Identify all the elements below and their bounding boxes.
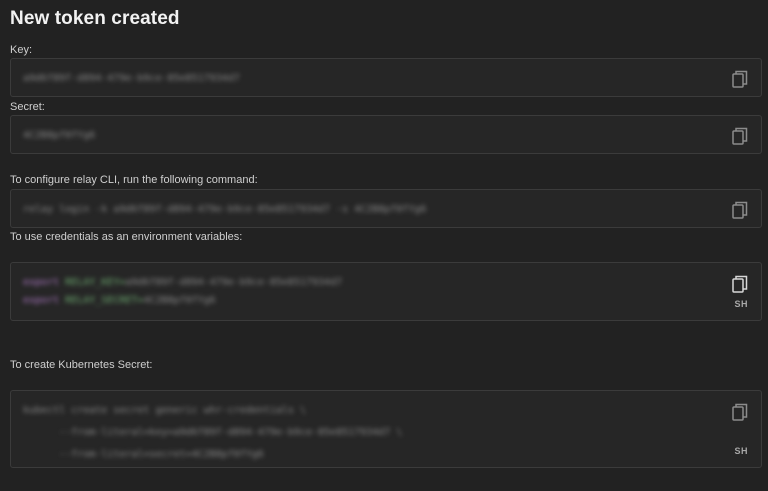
copy-cli-button[interactable] xyxy=(732,201,748,219)
k8s-code-block: kubectl create secret generic whr-creden… xyxy=(10,390,762,468)
copy-icon xyxy=(732,403,748,421)
env-variable: RELAY_SECRET= xyxy=(65,295,144,306)
copy-icon xyxy=(732,127,748,145)
cli-command-block: relay login -k a9d6f89f-d894-479e-b9ce-8… xyxy=(10,189,762,228)
language-badge: SH xyxy=(734,299,748,309)
copy-k8s-button[interactable] xyxy=(732,403,748,421)
env-line: export RELAY_SECRET=4C2B8pf0fYg6 xyxy=(23,290,342,311)
key-value[interactable]: a9d6f89f-d894-479e-b9ce-85e8517934d7 xyxy=(23,68,240,89)
secret-field: 4C2B8pf0fYg6 xyxy=(10,115,762,154)
env-keyword: export xyxy=(23,277,60,288)
k8s-label: To create Kubernetes Secret: xyxy=(10,359,153,371)
page-title: New token created xyxy=(10,8,180,29)
copy-icon xyxy=(732,70,748,88)
key-field: a9d6f89f-d894-479e-b9ce-85e8517934d7 xyxy=(10,58,762,97)
secret-value[interactable]: 4C2B8pf0fYg6 xyxy=(23,125,95,146)
env-code[interactable]: export RELAY_KEY=a9d6f89f-d894-479e-b9ce… xyxy=(23,272,342,311)
k8s-line: --from-literal=secret=4C2B8pf0fYg6 xyxy=(23,449,264,460)
secret-label: Secret: xyxy=(10,101,45,113)
copy-env-button[interactable] xyxy=(732,275,748,293)
copy-secret-button[interactable] xyxy=(732,127,748,145)
env-code-block: export RELAY_KEY=a9d6f89f-d894-479e-b9ce… xyxy=(10,262,762,321)
cli-label: To configure relay CLI, run the followin… xyxy=(10,174,258,186)
language-badge: SH xyxy=(734,446,748,456)
copy-icon xyxy=(732,275,748,293)
env-label: To use credentials as an environment var… xyxy=(10,231,243,243)
copy-key-button[interactable] xyxy=(732,70,748,88)
copy-icon xyxy=(732,201,748,219)
key-label: Key: xyxy=(10,44,33,56)
env-keyword: export xyxy=(23,295,60,306)
k8s-code[interactable]: kubectl create secret generic whr-creden… xyxy=(23,400,402,466)
env-value: 4C2B8pf0fYg6 xyxy=(143,295,216,306)
env-value: a9d6f89f-d894-479e-b9ce-85e8517934d7 xyxy=(125,277,343,288)
env-variable: RELAY_KEY= xyxy=(65,277,126,288)
cli-command[interactable]: relay login -k a9d6f89f-d894-479e-b9ce-8… xyxy=(23,199,426,220)
k8s-line: --from-literal=key=a9d6f89f-d894-479e-b9… xyxy=(23,427,403,438)
k8s-line: kubectl create secret generic whr-creden… xyxy=(23,405,306,416)
